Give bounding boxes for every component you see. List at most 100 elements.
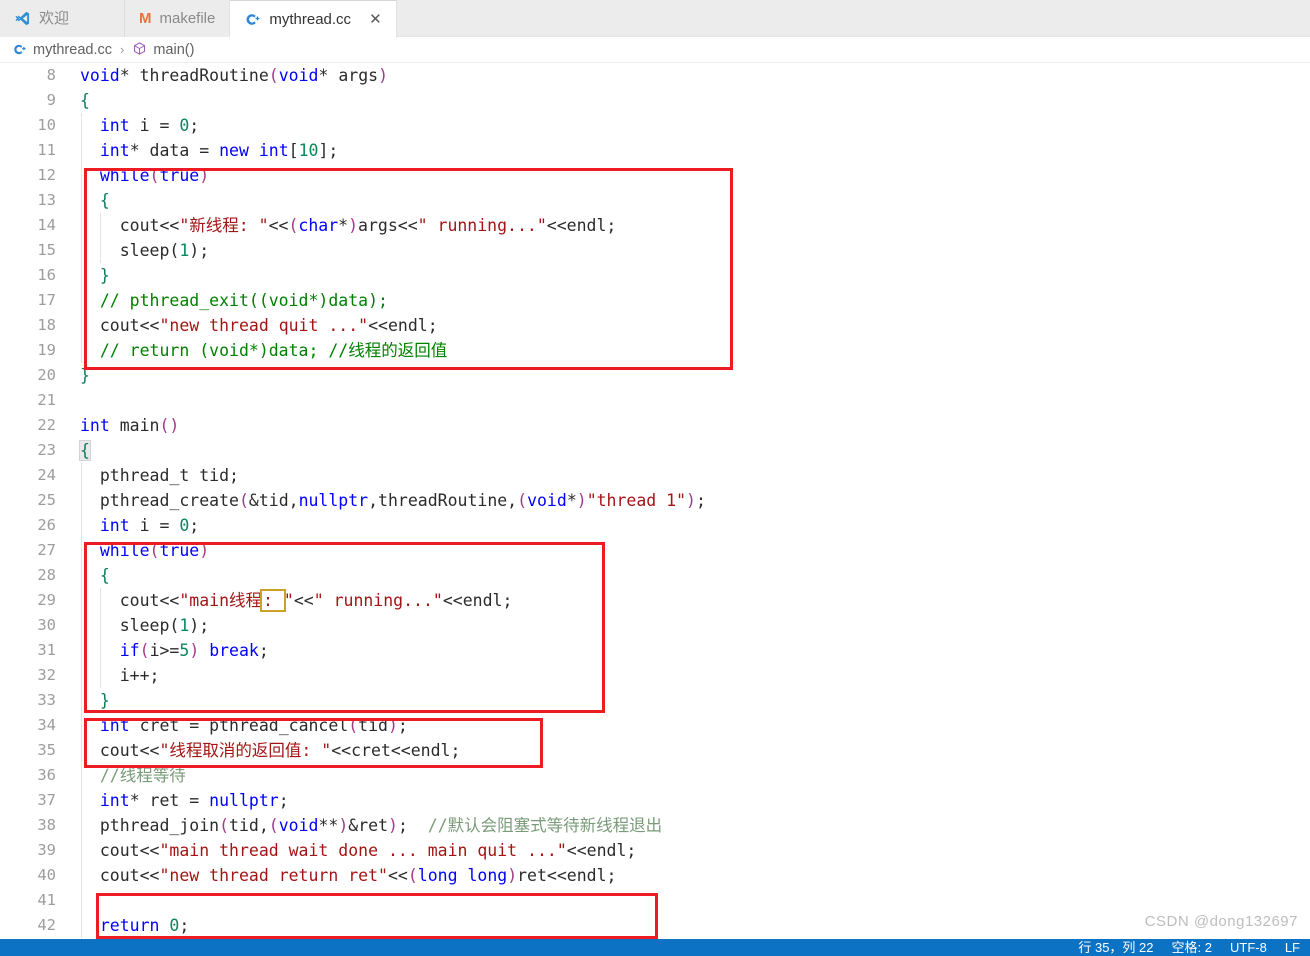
code-line[interactable]: 22 int main(): [0, 413, 1310, 438]
code-token: ): [387, 716, 398, 735]
code-line[interactable]: 36 //线程等待: [0, 763, 1310, 788]
code-line[interactable]: 20}: [0, 363, 1310, 388]
code-token: **: [318, 816, 339, 835]
code-line[interactable]: 30 sleep(1);: [0, 613, 1310, 638]
code-line[interactable]: 32 i++;: [0, 663, 1310, 688]
code-line[interactable]: 40 cout<<"new thread return ret"<<(long …: [0, 863, 1310, 888]
code-line[interactable]: 37 int* ret = nullptr;: [0, 788, 1310, 813]
code-token: cout<<: [80, 866, 160, 885]
code-line[interactable]: 9{: [0, 88, 1310, 113]
status-bar-item[interactable]: LF: [1285, 939, 1300, 956]
code-line[interactable]: 10 int i = 0;: [0, 113, 1310, 138]
code-token: <<cret<<endl;: [331, 741, 461, 760]
code-token: cout<<: [80, 316, 160, 335]
code-text: int main(): [80, 413, 179, 438]
code-token: new: [219, 141, 249, 160]
breadcrumb-file[interactable]: mythread.cc: [33, 42, 112, 58]
code-token: i>=: [149, 641, 180, 660]
code-text: void* threadRoutine(void* args): [80, 63, 388, 88]
status-bar-item[interactable]: UTF-8: [1230, 939, 1267, 956]
code-token: (: [268, 816, 279, 835]
code-token: ;: [278, 791, 289, 810]
status-bar-item[interactable]: 空格: 2: [1172, 939, 1212, 956]
code-token: (: [407, 866, 418, 885]
code-token: int: [99, 516, 130, 535]
code-token: i++;: [80, 666, 160, 685]
code-token: cout<<: [80, 591, 180, 610]
code-token: ): [686, 491, 696, 510]
code-token: (): [159, 416, 180, 435]
code-line[interactable]: 35 cout<<"线程取消的返回值: "<<cret<<endl;: [0, 738, 1310, 763]
code-line[interactable]: 13 {: [0, 188, 1310, 213]
code-token: ): [576, 491, 587, 510]
code-line[interactable]: 11 int* data = new int[10];: [0, 138, 1310, 163]
code-line[interactable]: 15 sleep(1);: [0, 238, 1310, 263]
tab-bar-empty-space: [396, 0, 1310, 37]
tab-makefile[interactable]: M makefile: [125, 0, 231, 37]
code-text: }: [80, 688, 110, 713]
code-line[interactable]: 38 pthread_join(tid,(void**)&ret); //默认会…: [0, 813, 1310, 838]
close-icon[interactable]: ✕: [369, 12, 382, 27]
code-token: cout<<: [80, 741, 160, 760]
code-editor[interactable]: 8 void* threadRoutine(void* args) 9{10 int…: [0, 63, 1310, 939]
tab-mythread-cc[interactable]: mythread.cc ✕: [230, 0, 397, 37]
code-token: {: [99, 566, 110, 585]
code-line[interactable]: 12 while(true): [0, 163, 1310, 188]
code-token: while: [99, 541, 150, 560]
code-line[interactable]: 21: [0, 388, 1310, 413]
breadcrumb: mythread.cc › main(): [0, 37, 1310, 63]
code-token: ): [338, 816, 349, 835]
code-line[interactable]: 41: [0, 888, 1310, 913]
code-text: return 0;: [80, 913, 189, 938]
line-number: 36: [37, 766, 56, 784]
code-line[interactable]: 16 }: [0, 263, 1310, 288]
code-token: ];: [318, 141, 339, 160]
code-token: * data =: [129, 141, 220, 160]
code-line[interactable]: 42 return 0;: [0, 913, 1310, 938]
code-lines[interactable]: 8 void* threadRoutine(void* args) 9{10 int…: [0, 63, 1310, 938]
breadcrumb-symbol[interactable]: main(): [153, 42, 194, 58]
code-line[interactable]: 19 // return (void*)data; //线程的返回值: [0, 338, 1310, 363]
code-line[interactable]: 18 cout<<"new thread quit ..."<<endl;: [0, 313, 1310, 338]
code-token: * ret =: [129, 791, 210, 810]
code-token: ;: [179, 916, 190, 935]
code-line[interactable]: 34 int cret = pthread_cancel(tid);: [0, 713, 1310, 738]
code-token: break: [209, 641, 259, 660]
code-token: (: [139, 641, 150, 660]
code-token: (: [219, 816, 230, 835]
code-line[interactable]: 8 void* threadRoutine(void* args): [0, 63, 1310, 88]
code-token: int: [99, 141, 130, 160]
code-line[interactable]: 17 // pthread_exit((void*)data);: [0, 288, 1310, 313]
code-token: ret<<endl;: [517, 866, 617, 885]
code-token: (: [268, 66, 279, 85]
code-token: }: [99, 691, 110, 710]
code-token: "new thread quit ...": [159, 316, 369, 335]
code-token: {: [99, 191, 110, 210]
code-text: cout<<"new thread return ret"<<(long lon…: [80, 863, 617, 888]
code-line[interactable]: 14 cout<<"新线程: "<<(char*)args<<" running…: [0, 213, 1310, 238]
code-line[interactable]: 31 if(i>=5) break;: [0, 638, 1310, 663]
code-token: <<: [387, 866, 408, 885]
code-token: int: [99, 791, 130, 810]
status-bar-item[interactable]: 行 35，列 22: [1078, 939, 1153, 956]
code-line[interactable]: 23 {: [0, 438, 1310, 463]
code-token: "main线程: [179, 591, 263, 610]
code-text: cout<<"线程取消的返回值: "<<cret<<endl;: [80, 738, 461, 763]
code-line[interactable]: 25 pthread_create(&tid,nullptr,threadRou…: [0, 488, 1310, 513]
code-line[interactable]: 39 cout<<"main thread wait done ... main…: [0, 838, 1310, 863]
code-line[interactable]: 27 while(true): [0, 538, 1310, 563]
code-token: true: [159, 166, 200, 185]
tab-welcome[interactable]: 欢迎: [0, 0, 125, 37]
code-line[interactable]: 28 {: [0, 563, 1310, 588]
code-line[interactable]: 29 cout<<"main线程: "<<" running..."<<endl…: [0, 588, 1310, 613]
status-bar: 行 35，列 22 空格: 2 UTF-8 LF: [0, 939, 1310, 956]
code-token: (: [149, 166, 160, 185]
code-line[interactable]: 33 }: [0, 688, 1310, 713]
code-line[interactable]: 26 int i = 0;: [0, 513, 1310, 538]
code-line[interactable]: 24 pthread_t tid;: [0, 463, 1310, 488]
